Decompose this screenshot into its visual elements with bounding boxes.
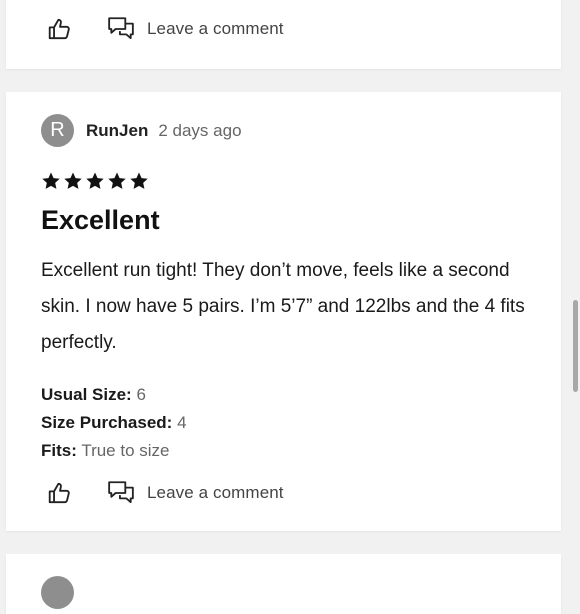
author-name[interactable]: RunJen [86,121,148,141]
fits-label: Fits: [41,441,77,460]
review-card-previous: Leave a comment [6,0,561,69]
fits-value: True to size [81,441,170,460]
scrollbar[interactable] [573,300,578,392]
chat-bubbles-icon [108,17,134,40]
chat-bubbles-icon [108,481,134,504]
star-icon [108,172,126,189]
thumbs-up-icon [48,482,70,504]
review-card-next [6,554,561,614]
star-icon [64,172,82,189]
avatar: R [41,114,74,147]
fit-details: Usual Size: 6 Size Purchased: 4 Fits: Tr… [41,381,187,465]
review-body: Excellent run tight! They don’t move, fe… [41,260,525,353]
star-icon [86,172,104,189]
fits-row: Fits: True to size [41,437,187,465]
size-purchased-row: Size Purchased: 4 [41,409,187,437]
avatar [41,576,74,609]
leave-comment-label: Leave a comment [147,19,284,38]
leave-comment-label: Leave a comment [147,483,284,502]
like-button[interactable] [46,15,74,43]
review-card: R RunJen 2 days ago Excellent Excellent … [6,92,561,531]
usual-size-value: 6 [136,385,146,404]
star-icon [42,172,60,189]
usual-size-row: Usual Size: 6 [41,381,187,409]
size-purchased-value: 4 [177,413,187,432]
review-title: Excellent [41,205,160,235]
thumbs-up-icon [48,18,70,40]
size-purchased-label: Size Purchased: [41,413,173,432]
usual-size-label: Usual Size: [41,385,132,404]
review-actions: Leave a comment [46,12,284,46]
leave-comment-button[interactable]: Leave a comment [107,16,284,42]
star-rating [41,171,151,191]
review-author: R RunJen 2 days ago [41,114,242,147]
like-button[interactable] [46,479,74,507]
review-actions: Leave a comment [46,476,284,510]
star-icon [130,172,148,189]
leave-comment-button[interactable]: Leave a comment [107,480,284,506]
review-timestamp: 2 days ago [158,120,242,140]
